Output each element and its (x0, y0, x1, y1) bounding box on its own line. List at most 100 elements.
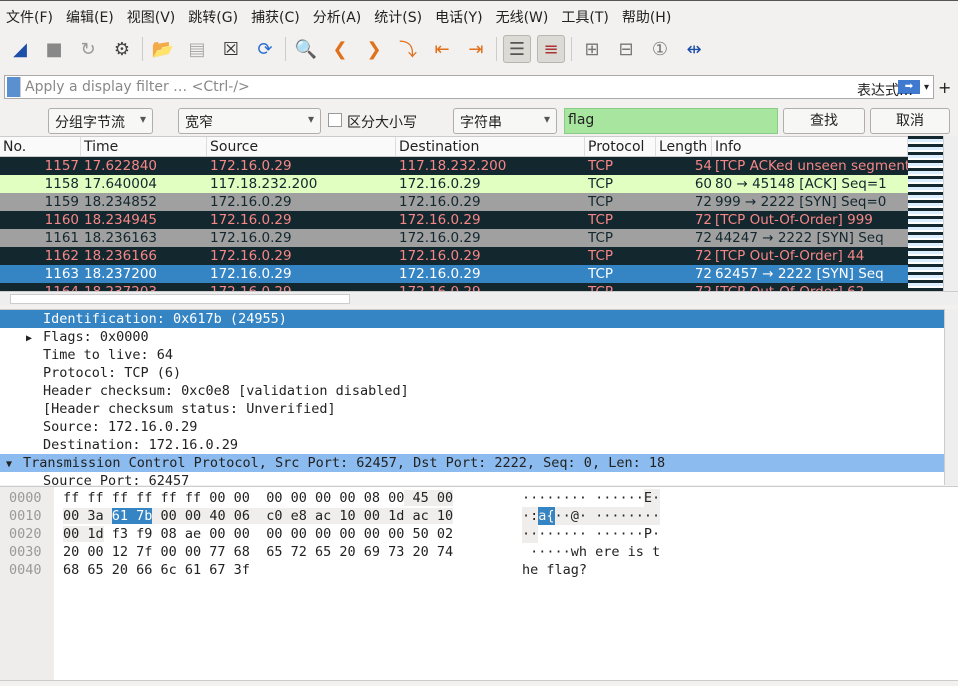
packet-list-hscrollbar[interactable] (0, 291, 958, 305)
column-header-source[interactable]: Source (207, 137, 396, 156)
hex-bytes[interactable]: 68 65 20 66 6c 61 67 3f (63, 561, 250, 579)
file-icon[interactable]: ▤ (183, 35, 211, 63)
char-width-select[interactable]: 宽窄 (178, 108, 321, 134)
expression-button[interactable]: 表达式… (857, 80, 913, 100)
column-header-length[interactable]: Length (656, 137, 712, 156)
colorize-icon[interactable]: ≡ (537, 35, 565, 63)
find-button[interactable]: 查找 (783, 108, 865, 134)
hex-bytes[interactable]: 20 00 12 7f 00 00 77 68 65 72 65 20 69 7… (63, 543, 453, 561)
detail-line[interactable]: Source: 172.16.0.29 (0, 418, 944, 436)
go-to-packet-icon[interactable]: ⤵ (394, 35, 422, 63)
detail-line[interactable]: Source Port: 62457 (0, 472, 944, 485)
packet-row[interactable]: 1160 18.234945 172.16.0.29 172.16.0.29 TCP 72… (0, 211, 908, 229)
packet-list-header: No. Time Source Destination Protocol Length In… (0, 137, 908, 157)
options-gear-icon[interactable]: ⚙ (108, 35, 136, 63)
packet-row[interactable]: 1158 17.640004 117.18.232.200 172.16.0.29 TC… (0, 175, 908, 193)
detail-line[interactable]: Protocol: TCP (6) (0, 364, 944, 382)
detail-line[interactable]: ▼ Transmission Control Protocol, Src Port… (0, 454, 944, 472)
menu-item-3[interactable]: 跳转(G) (188, 7, 238, 27)
detail-line[interactable]: Header checksum: 0xc0e8 [validation disa… (0, 382, 944, 400)
detail-line[interactable]: Identification: 0x617b (24955) (0, 310, 944, 328)
packet-len: 72 (656, 283, 712, 291)
zoom-out-icon[interactable]: ⊟ (612, 35, 640, 63)
hex-ascii[interactable]: ·····wh ere is t (522, 543, 660, 561)
packet-details-tree: Identification: 0x617b (24955) ▶ Flags: 0x… (0, 309, 944, 485)
reload-icon[interactable]: ⟳ (251, 35, 279, 63)
open-folder-icon[interactable]: 📂 (149, 35, 177, 63)
back-icon[interactable]: ❮ (326, 35, 354, 63)
menu-item-10[interactable]: 帮助(H) (622, 7, 671, 27)
column-header-destination[interactable]: Destination (396, 137, 585, 156)
resize-columns-icon[interactable]: ⇹ (680, 35, 708, 63)
packet-row[interactable]: 1159 18.234852 172.16.0.29 172.16.0.29 TCP 72… (0, 193, 908, 211)
detail-line[interactable]: [Header checksum status: Unverified] (0, 400, 944, 418)
case-sensitive-checkbox[interactable] (328, 113, 342, 127)
menu-item-7[interactable]: 电话(Y) (435, 7, 482, 27)
stop-icon[interactable]: ■ (40, 35, 68, 63)
menu-item-0[interactable]: 文件(F) (6, 7, 53, 27)
display-filter-input[interactable]: Apply a display filter … <Ctrl-/> ➡ ▾ (4, 75, 934, 99)
close-file-icon[interactable]: ☒ (217, 35, 245, 63)
find-input[interactable]: flag (564, 108, 778, 134)
normal-size-icon[interactable]: ① (646, 35, 674, 63)
search-icon[interactable]: 🔍 (292, 35, 320, 63)
status-bar (0, 680, 958, 686)
menu-item-5[interactable]: 分析(A) (313, 7, 362, 27)
packet-row[interactable]: 116418.237203172.16.0.29172.16.0.29TCP72… (0, 283, 908, 291)
packet-proto: TCP (588, 194, 614, 210)
detail-line[interactable]: ▶ Flags: 0x0000 (0, 328, 944, 346)
packet-src: 172.16.0.29 (207, 283, 396, 291)
packet-src: 172.16.0.29 (210, 212, 292, 228)
first-packet-icon[interactable]: ⇤ (428, 35, 456, 63)
detail-line[interactable]: Destination: 172.16.0.29 (0, 436, 944, 454)
filter-dropdown-icon[interactable]: ▾ (924, 82, 929, 93)
column-header-time[interactable]: Time (81, 137, 207, 156)
packet-no: 1163 (44, 266, 79, 282)
forward-icon[interactable]: ❯ (360, 35, 388, 63)
packet-minimap[interactable] (908, 136, 943, 291)
menu-item-1[interactable]: 编辑(E) (66, 7, 114, 27)
shark-fin-start-icon[interactable]: ◢ (6, 35, 34, 63)
menu-item-6[interactable]: 统计(S) (374, 7, 422, 27)
packet-info: 80 → 45148 [ACK] Seq=1 (715, 176, 887, 192)
restart-icon[interactable]: ↻ (74, 35, 102, 63)
toolbar-separator (285, 37, 286, 61)
packet-time: 18.234945 (84, 212, 158, 228)
packet-time: 18.236166 (84, 248, 158, 264)
search-type-select[interactable]: 字符串 (453, 108, 557, 134)
zoom-in-icon[interactable]: ⊞ (578, 35, 606, 63)
packet-list-scrollbar[interactable] (943, 136, 958, 291)
add-filter-button[interactable]: + (938, 78, 951, 97)
packet-row[interactable]: 1161 18.236163 172.16.0.29 172.16.0.29 TCP 72… (0, 229, 908, 247)
autoscroll-icon[interactable]: ☰ (503, 35, 531, 63)
menu-item-4[interactable]: 捕获(C) (251, 7, 300, 27)
packet-proto: TCP (588, 158, 614, 174)
packet-row[interactable]: 1157 17.622840 172.16.0.29 117.18.232.200 TC… (0, 157, 908, 175)
column-header-info[interactable]: Info (712, 137, 908, 156)
packet-len: 72 (694, 230, 712, 246)
bookmark-icon[interactable] (7, 77, 21, 97)
hex-bytes[interactable]: ff ff ff ff ff ff 00 00 00 00 00 00 08 0… (63, 489, 454, 507)
hex-ascii[interactable]: he flag? (522, 561, 587, 579)
menu-item-9[interactable]: 工具(T) (561, 7, 608, 27)
cancel-button[interactable]: 取消 (870, 108, 950, 134)
packet-no: 1157 (44, 158, 79, 174)
hex-bytes[interactable]: 00 1d f3 f9 08 ae 00 00 00 00 00 00 00 0… (63, 525, 453, 543)
search-in-select[interactable]: 分组字节流 (48, 108, 153, 134)
packet-proto: TCP (588, 248, 614, 264)
packet-row[interactable]: 1163 18.237200 172.16.0.29 172.16.0.29 TCP 72… (0, 265, 908, 283)
hex-ascii[interactable]: ········ ······E· (522, 489, 660, 507)
detail-line[interactable]: Time to live: 64 (0, 346, 944, 364)
menu-item-2[interactable]: 视图(V) (127, 7, 176, 27)
packet-src: 172.16.0.29 (210, 194, 292, 210)
column-header-no[interactable]: No. (0, 137, 81, 156)
menu-item-8[interactable]: 无线(W) (496, 7, 549, 27)
details-scrollbar[interactable] (944, 309, 958, 485)
packet-row[interactable]: 1162 18.236166 172.16.0.29 172.16.0.29 TCP 72… (0, 247, 908, 265)
hex-ascii[interactable]: ········ ······P· (522, 525, 660, 543)
last-packet-icon[interactable]: ⇥ (462, 35, 490, 63)
hex-bytes[interactable]: 00 3a 61 7b 00 00 40 06 c0 e8 ac 10 00 1… (63, 507, 454, 525)
column-header-protocol[interactable]: Protocol (585, 137, 656, 156)
expand-arrow-icon[interactable]: ▼ (6, 456, 23, 474)
packet-no: 1160 (44, 212, 79, 228)
